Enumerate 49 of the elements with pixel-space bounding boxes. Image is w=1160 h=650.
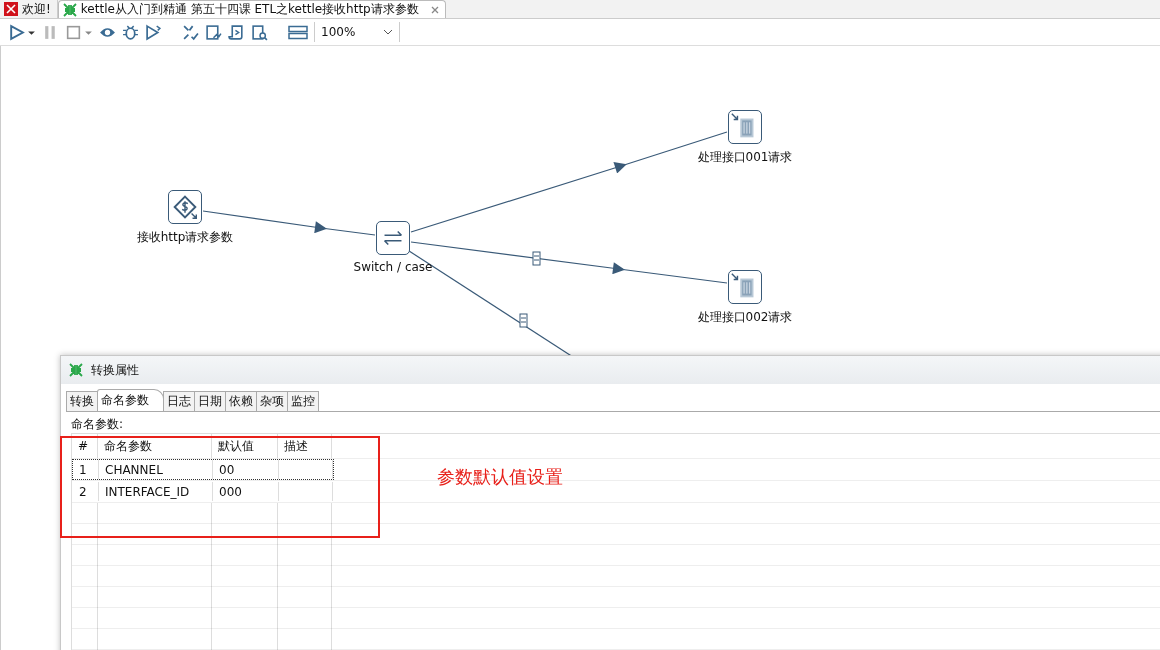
dialog-tab[interactable]: 转换 xyxy=(66,391,98,411)
run-icon[interactable] xyxy=(8,23,25,41)
transform-icon xyxy=(62,2,77,17)
dialog-tab[interactable]: 日志 xyxy=(163,391,195,411)
dialog-tab[interactable]: 监控 xyxy=(287,391,319,411)
dialog-tab[interactable]: 杂项 xyxy=(256,391,288,411)
column-header[interactable]: # xyxy=(72,434,98,458)
script-icon[interactable] xyxy=(228,23,245,41)
step-label: 处理接口001请求 xyxy=(696,149,794,166)
zoom-select[interactable]: 100% xyxy=(314,22,400,42)
table-row[interactable]: 1 CHANNEL 00 xyxy=(72,459,334,480)
transform-icon xyxy=(69,363,83,377)
table-row[interactable]: 2 INTERFACE_ID 000 xyxy=(72,481,334,502)
tab-label: 欢迎! xyxy=(22,0,51,18)
table-cell: 000 xyxy=(213,482,279,501)
switch-step[interactable] xyxy=(376,221,410,255)
dialog-title: 转换属性 xyxy=(91,361,139,379)
bug-icon[interactable] xyxy=(122,23,139,41)
condition-icon xyxy=(532,251,541,266)
step-label: Switch / case xyxy=(352,260,434,274)
annotation-text: 参数默认值设置 xyxy=(437,465,563,489)
section-label: 命名参数: xyxy=(71,417,125,431)
output-step[interactable] xyxy=(728,270,762,304)
row-number: 1 xyxy=(73,460,99,479)
table-cell: CHANNEL xyxy=(99,460,213,479)
table-cell: 00 xyxy=(213,460,279,479)
replay-icon[interactable] xyxy=(145,23,162,41)
search-icon[interactable] xyxy=(251,23,268,41)
output-step[interactable] xyxy=(728,110,762,144)
step-label: 接收http请求参数 xyxy=(135,229,235,246)
layout-icon[interactable] xyxy=(288,23,308,41)
column-header[interactable]: 命名参数 xyxy=(98,434,212,458)
http-input-step[interactable] xyxy=(168,190,202,224)
step-label: 处理接口002请求 xyxy=(696,309,794,326)
editor-tab[interactable]: 欢迎! xyxy=(0,0,58,18)
dialog-tab[interactable]: 依赖 xyxy=(225,391,257,411)
chevron-icon xyxy=(383,29,393,35)
column-header[interactable]: 默认值 xyxy=(212,434,278,458)
dialog-tab[interactable]: 日期 xyxy=(194,391,226,411)
row-number: 2 xyxy=(73,482,99,501)
condition-icon xyxy=(519,313,528,328)
app-logo-icon xyxy=(4,2,18,16)
stop-icon[interactable] xyxy=(65,23,82,41)
tab-label: kettle从入门到精通 第五十四课 ETL之kettle接收http请求参数 xyxy=(80,1,419,18)
column-header[interactable]: 描述 xyxy=(278,434,332,458)
editor-tab[interactable]: kettle从入门到精通 第五十四课 ETL之kettle接收http请求参数 xyxy=(57,0,446,18)
close-icon[interactable] xyxy=(430,5,439,14)
check-icon[interactable] xyxy=(182,23,199,41)
table-cell: INTERFACE_ID xyxy=(99,482,213,501)
